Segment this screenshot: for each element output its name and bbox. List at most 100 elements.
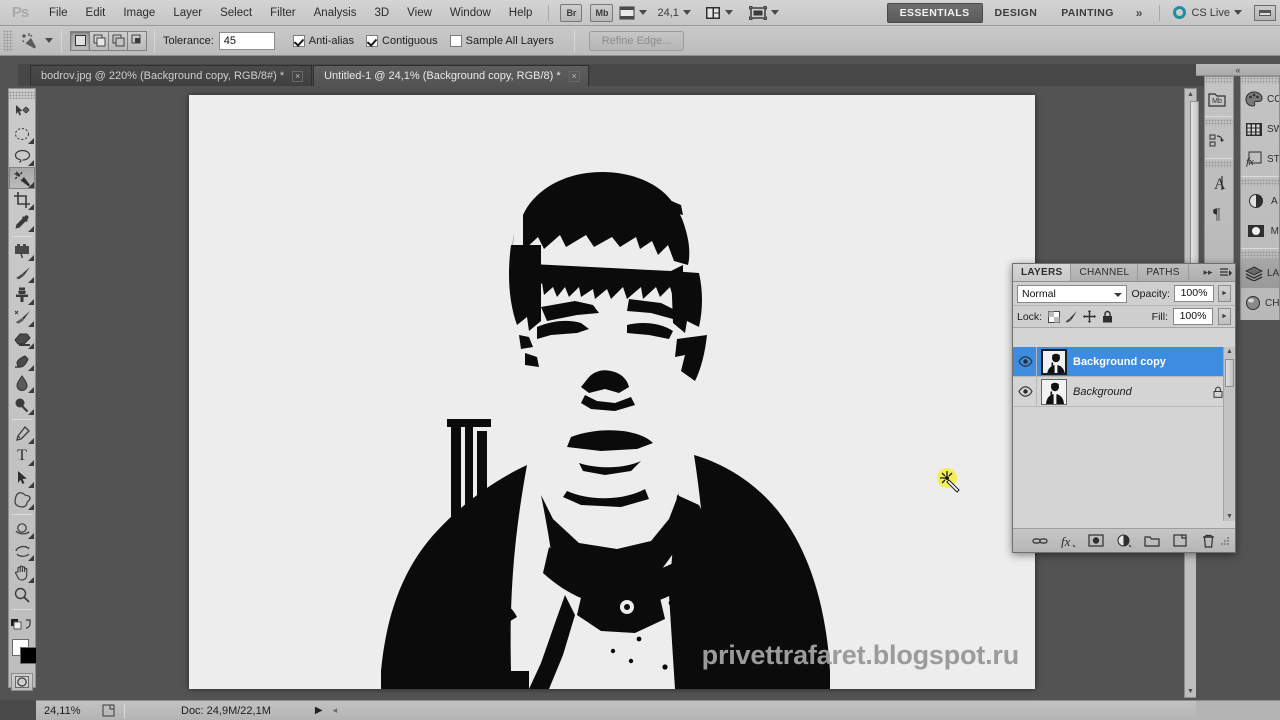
lock-position-icon[interactable] <box>1083 310 1097 323</box>
tab-paths[interactable]: PATHS <box>1138 264 1189 281</box>
dock-column-a-grip-3[interactable] <box>1205 161 1233 168</box>
background-color-swatch[interactable] <box>20 647 37 664</box>
adjustment-layer-icon[interactable] <box>1116 533 1132 549</box>
history-panel-icon[interactable] <box>1205 126 1233 156</box>
lock-transparent-pixels-icon[interactable] <box>1047 310 1060 323</box>
document-tab-bodrov[interactable]: bodrov.jpg @ 220% (Background copy, RGB/… <box>30 65 313 86</box>
paragraph-panel-icon[interactable]: ¶ <box>1205 198 1233 228</box>
tool-preset-chevron-down-icon[interactable] <box>45 38 53 43</box>
tolerance-input[interactable]: 45 <box>218 31 275 50</box>
3d-object-rotate-tool[interactable] <box>9 518 35 540</box>
spot-healing-brush-tool[interactable] <box>9 240 35 262</box>
sample-all-layers-checkbox[interactable]: Sample All Layers <box>449 34 554 47</box>
active-tool-icon[interactable] <box>17 30 41 52</box>
layers-panel-button[interactable]: LA <box>1241 258 1279 288</box>
layer-thumbnail[interactable] <box>1041 348 1067 375</box>
menu-help[interactable]: Help <box>500 0 542 26</box>
launch-bridge-button[interactable]: Br <box>560 3 583 22</box>
swatches-panel-button[interactable]: SW <box>1241 114 1279 144</box>
dock-column-a-grip[interactable] <box>1205 77 1233 84</box>
add-to-selection-button[interactable] <box>89 30 109 51</box>
launch-mini-bridge-button[interactable]: Mb <box>590 3 614 22</box>
layer-row-background-copy[interactable]: Background copy <box>1013 347 1235 377</box>
mini-bridge-panel-icon[interactable]: Mb <box>1205 84 1233 114</box>
options-bar-grip[interactable] <box>3 29 13 52</box>
scroll-up-icon[interactable]: ▲ <box>1226 348 1233 355</box>
magic-wand-tool[interactable] <box>9 167 35 189</box>
layer-name[interactable]: Background copy <box>1073 356 1235 368</box>
tab-channels[interactable]: CHANNEL <box>1071 264 1139 281</box>
gradient-tool[interactable] <box>9 350 35 372</box>
document-tab-untitled-1[interactable]: Untitled-1 @ 24,1% (Background copy, RGB… <box>313 65 589 86</box>
layer-row-background[interactable]: Background <box>1013 377 1235 407</box>
adjustments-panel-button[interactable]: A <box>1241 186 1279 216</box>
scroll-down-icon[interactable]: ▼ <box>1185 686 1196 697</box>
dock-column-b-grip-3[interactable] <box>1241 251 1279 258</box>
workspace-more-button[interactable]: » <box>1126 6 1153 20</box>
intersect-selection-button[interactable] <box>127 30 147 51</box>
color-swatches[interactable] <box>12 639 37 669</box>
fill-slider-button[interactable]: ► <box>1218 308 1231 325</box>
panel-collapse-icon[interactable]: ▸▸ <box>1199 264 1217 281</box>
menu-3d[interactable]: 3D <box>365 0 398 26</box>
screen-mode-button[interactable] <box>748 5 779 20</box>
layer-list[interactable]: Background copy Background <box>1013 347 1235 521</box>
scroll-down-icon[interactable]: ▼ <box>1226 513 1233 520</box>
menu-edit[interactable]: Edit <box>77 0 115 26</box>
zoom-tool[interactable] <box>9 584 35 606</box>
move-tool[interactable] <box>9 101 35 123</box>
workspace-essentials[interactable]: ESSENTIALS <box>886 2 983 23</box>
layer-style-fx-icon[interactable]: fx <box>1060 533 1076 549</box>
zoom-chevron-down-icon[interactable] <box>682 10 691 15</box>
cs-live-button[interactable]: CS Live <box>1167 6 1248 19</box>
layer-thumbnail[interactable] <box>1041 378 1067 405</box>
masks-panel-button[interactable]: M <box>1241 216 1279 246</box>
blend-mode-select[interactable]: Normal <box>1017 284 1128 303</box>
refine-edge-button[interactable]: Refine Edge... <box>588 30 685 51</box>
workspace-painting[interactable]: PAINTING <box>1049 3 1126 23</box>
clone-stamp-tool[interactable] <box>9 284 35 306</box>
color-panel-button[interactable]: CO <box>1241 84 1279 114</box>
new-group-icon[interactable] <box>1144 533 1160 549</box>
link-layers-icon[interactable] <box>1032 533 1048 549</box>
new-layer-icon[interactable] <box>1172 533 1188 549</box>
eyedropper-tool[interactable] <box>9 211 35 233</box>
anti-alias-checkbox[interactable]: Anti-alias <box>292 34 354 47</box>
eraser-tool[interactable] <box>9 328 35 350</box>
menu-file[interactable]: File <box>40 0 77 26</box>
delete-layer-icon[interactable] <box>1200 533 1216 549</box>
dock-column-b-grip-2[interactable] <box>1241 179 1279 186</box>
panel-resize-grip[interactable] <box>1217 533 1233 549</box>
document-canvas[interactable]: privettrafaret.blogspot.ru <box>189 95 1035 689</box>
layers-scrollbar[interactable]: ▲ ▼ <box>1223 347 1235 521</box>
hand-tool[interactable] <box>9 562 35 584</box>
menu-view[interactable]: View <box>398 0 441 26</box>
arrange-documents-button[interactable] <box>705 6 733 20</box>
default-colors-and-swap[interactable] <box>9 613 35 635</box>
crop-tool[interactable] <box>9 189 35 211</box>
document-thumbnail-icon[interactable] <box>98 704 118 717</box>
opacity-slider-button[interactable]: ► <box>1218 285 1231 302</box>
quick-mask-toggle[interactable] <box>11 673 33 691</box>
view-extras-button[interactable] <box>619 6 648 20</box>
menu-select[interactable]: Select <box>211 0 261 26</box>
tools-panel-grip[interactable] <box>9 91 35 99</box>
opacity-input[interactable]: 100% <box>1174 285 1214 302</box>
panel-menu-icon[interactable] <box>1217 264 1235 281</box>
contiguous-checkbox[interactable]: Contiguous <box>366 34 438 47</box>
type-tool[interactable]: T <box>9 445 35 467</box>
status-zoom-level[interactable]: 24,11% <box>36 705 98 717</box>
new-selection-button[interactable] <box>70 30 90 51</box>
styles-panel-button[interactable]: fx ST <box>1241 144 1279 174</box>
layer-visibility-icon[interactable] <box>1015 377 1037 406</box>
close-icon[interactable]: × <box>568 70 580 82</box>
dodge-tool[interactable] <box>9 394 35 416</box>
menu-window[interactable]: Window <box>441 0 500 26</box>
layer-mask-icon[interactable] <box>1088 533 1104 549</box>
dock-column-a-grip-2[interactable] <box>1205 119 1233 126</box>
pen-tool[interactable] <box>9 423 35 445</box>
dock-collapse-button[interactable]: « <box>1196 64 1280 76</box>
dock-column-b-grip[interactable] <box>1241 77 1279 84</box>
status-more-arrow-icon[interactable]: ▶ <box>315 705 323 716</box>
character-panel-icon[interactable]: A <box>1205 168 1233 198</box>
